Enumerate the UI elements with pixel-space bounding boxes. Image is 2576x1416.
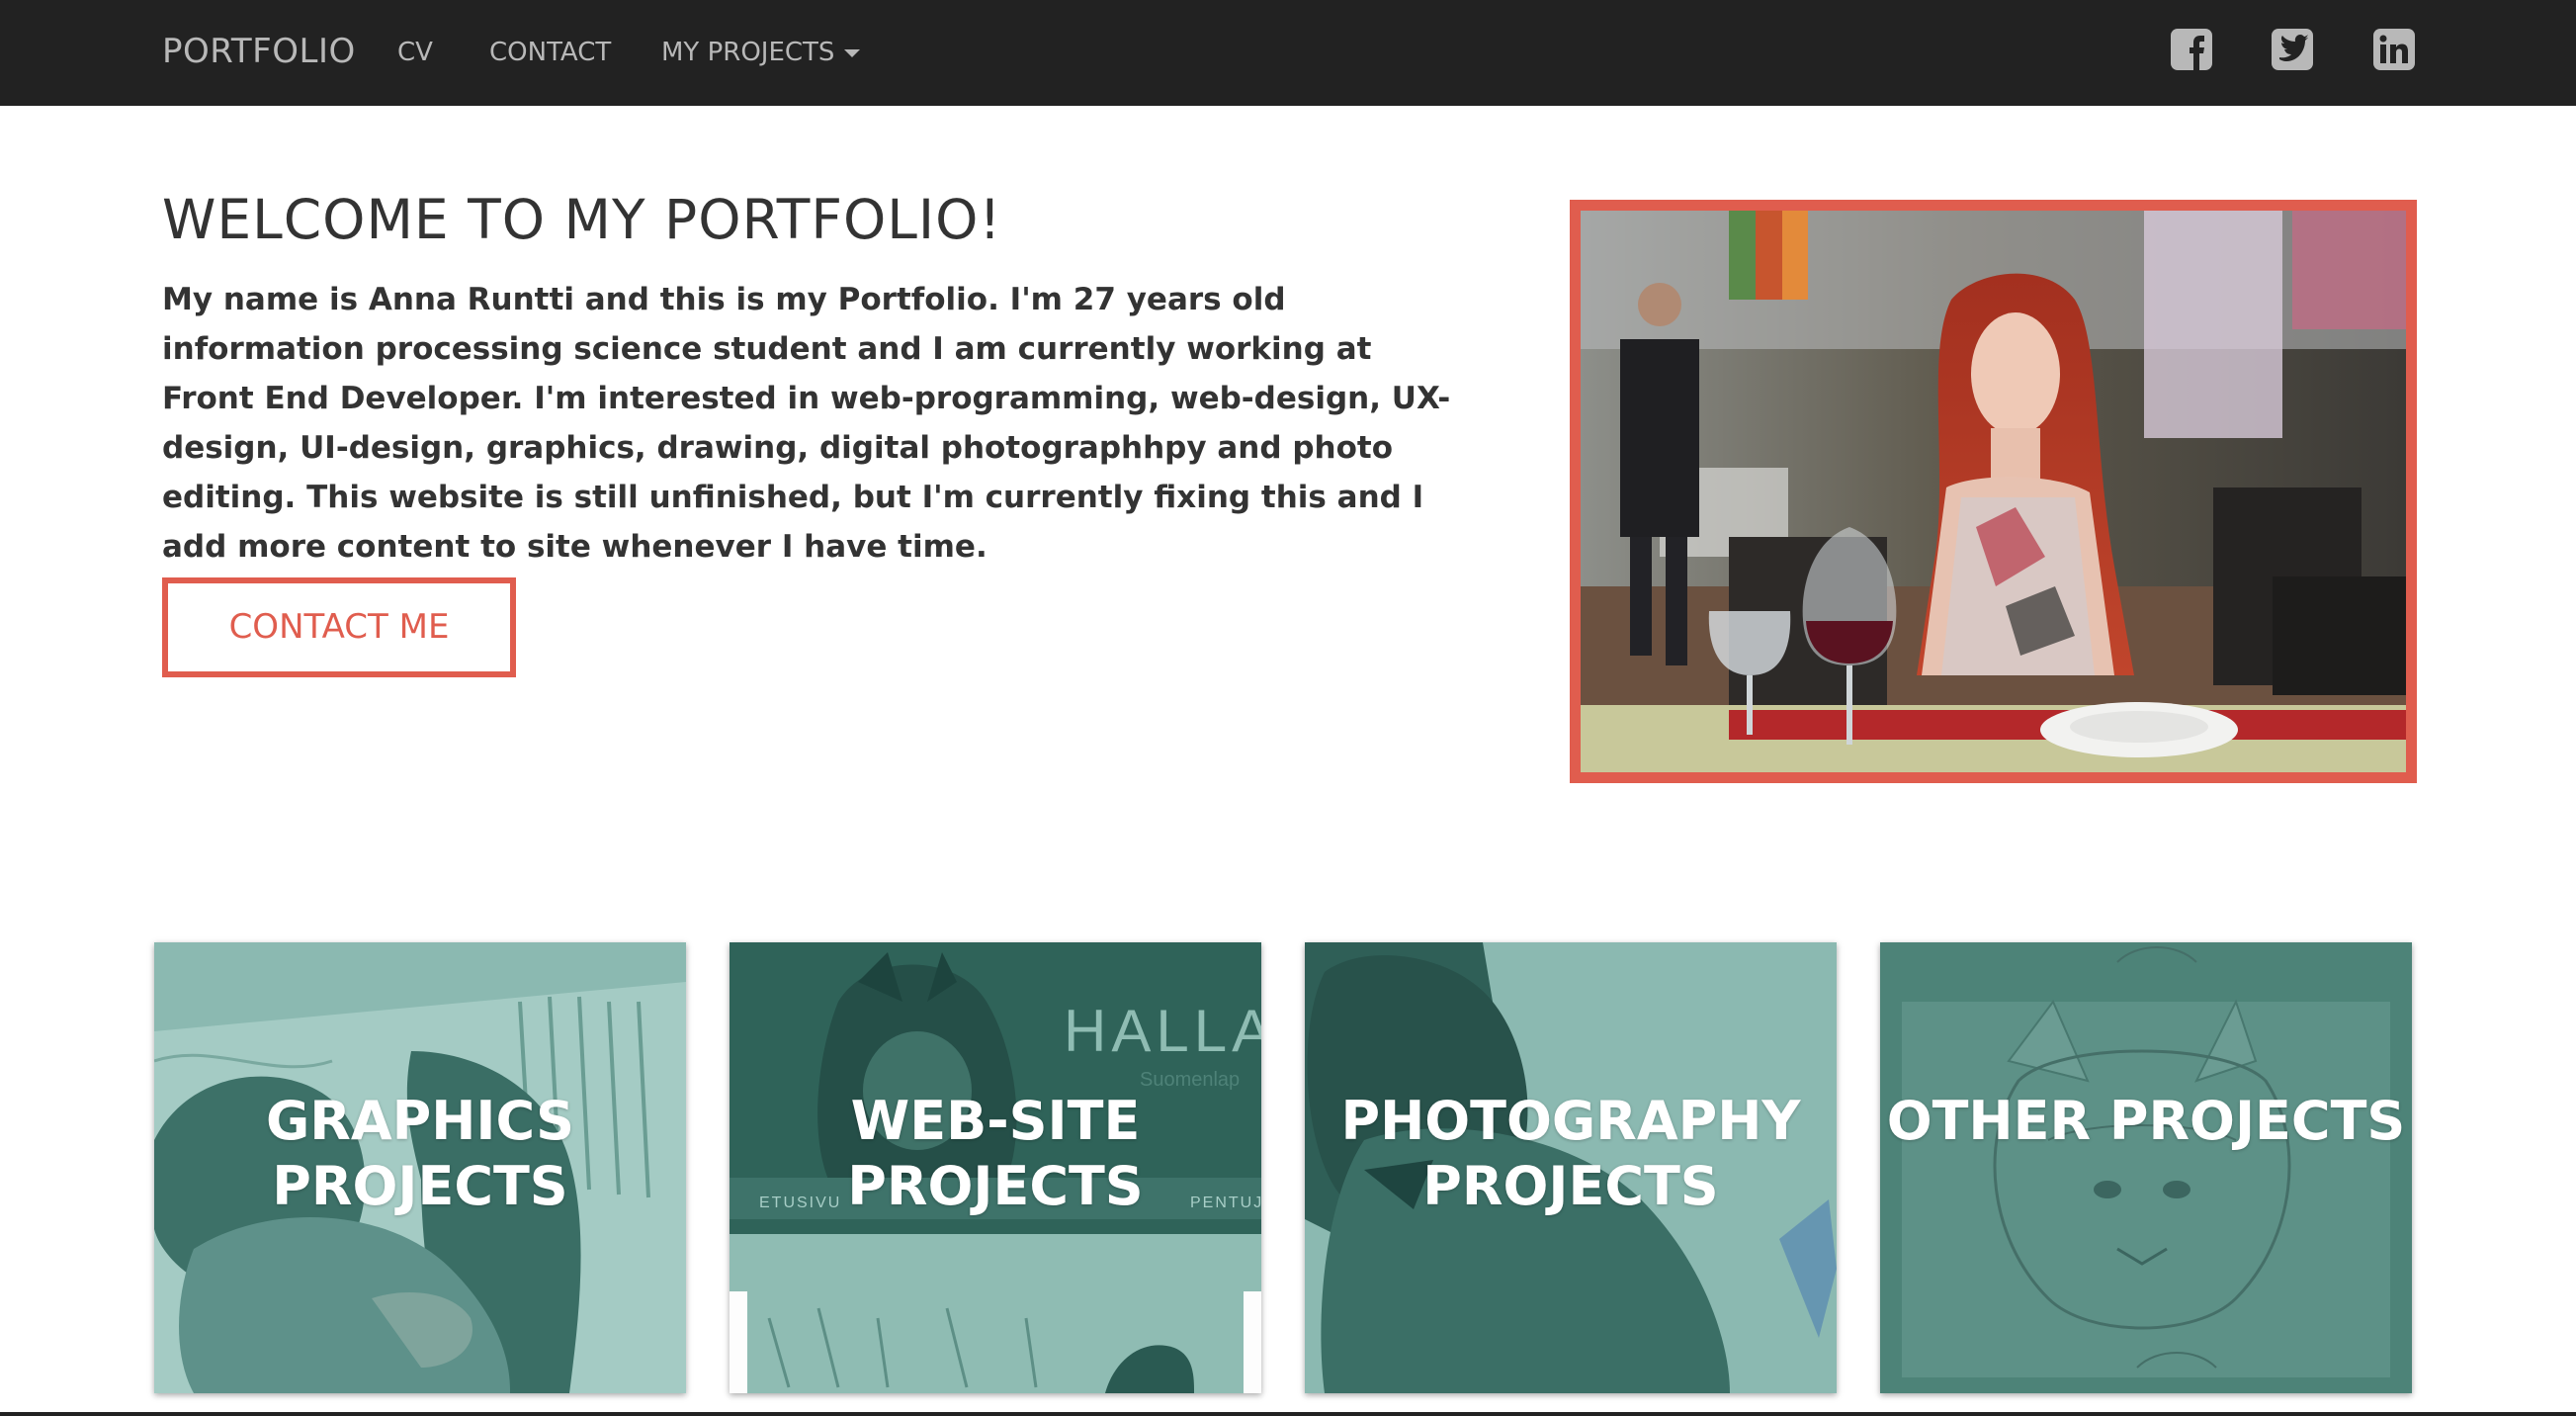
tile-other-label: OTHER PROJECTS — [1886, 1090, 2406, 1152]
top-navbar: PORTFOLIO CV CONTACT MY PROJECTS — [0, 0, 2576, 106]
nav-dropdown-label: MY PROJECTS — [661, 38, 835, 67]
nav-dropdown-my-projects[interactable]: MY PROJECTS — [661, 38, 861, 67]
tile-web-site-image-text: HALLA — [1064, 998, 1261, 1064]
tile-other-projects[interactable]: OTHER PROJECTS — [1880, 942, 2412, 1393]
tile-other-background — [1880, 942, 2412, 1393]
tile-web-site-image-subtext: Suomenlap — [1140, 1069, 1240, 1091]
tile-web-site-label: WEB-SITE PROJECTS — [847, 1090, 1144, 1217]
profile-photo — [1581, 211, 2406, 772]
profile-photo-frame — [1570, 200, 2417, 783]
bottom-edge-divider — [0, 1412, 2576, 1416]
hero-title: WELCOME TO MY PORTFOLIO! — [162, 188, 1002, 251]
brand-link[interactable]: PORTFOLIO — [162, 32, 356, 71]
hero-description: My name is Anna Runtti and this is my Po… — [162, 282, 1451, 565]
tile-graphics-projects[interactable]: GRAPHICS PROJECTS — [154, 942, 686, 1393]
twitter-icon[interactable] — [2271, 28, 2314, 71]
tile-photography-label: PHOTOGRAPHY PROJECTS — [1340, 1090, 1801, 1217]
nav-link-cv[interactable]: CV — [397, 38, 433, 67]
tile-graphics-label: GRAPHICS PROJECTS — [265, 1090, 575, 1217]
facebook-icon[interactable] — [2170, 28, 2213, 71]
tile-web-site-projects[interactable]: ETUSIVU PENTUJA HALLA Suomenlap WEB-SITE… — [730, 942, 1261, 1393]
caret-down-icon — [844, 48, 861, 57]
contact-me-button[interactable]: CONTACT ME — [162, 577, 516, 677]
tile-photography-projects[interactable]: PHOTOGRAPHY PROJECTS — [1305, 942, 1837, 1393]
linkedin-icon[interactable] — [2372, 28, 2416, 71]
nav-link-contact[interactable]: CONTACT — [489, 38, 611, 67]
